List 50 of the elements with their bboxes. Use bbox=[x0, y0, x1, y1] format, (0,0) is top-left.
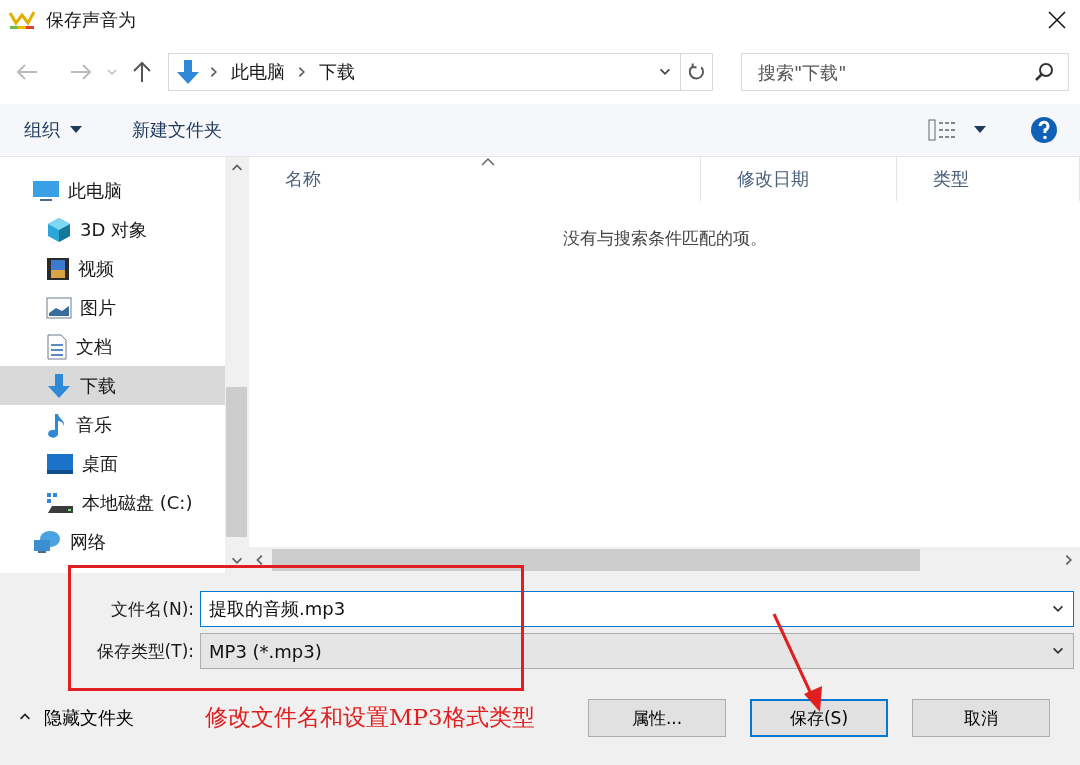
caret-icon bbox=[70, 126, 82, 134]
dialog-button[interactable]: 属性... bbox=[588, 699, 726, 737]
chevron-down-icon bbox=[106, 67, 118, 77]
downloads-icon bbox=[46, 372, 72, 399]
disk-icon bbox=[46, 491, 74, 514]
sidebar-item[interactable]: 图片 bbox=[0, 288, 225, 327]
vertical-scrollbar[interactable] bbox=[225, 157, 248, 573]
annotation-text: 修改文件名和设置MP3格式类型 bbox=[205, 703, 535, 732]
address-bar[interactable]: 此电脑 下载 bbox=[168, 53, 713, 91]
organize-button[interactable]: 组织 bbox=[24, 114, 82, 146]
sidebar-item[interactable]: 网络 bbox=[0, 522, 225, 561]
caret-icon bbox=[974, 126, 986, 134]
column-header[interactable]: 修改日期 bbox=[701, 157, 897, 201]
breadcrumb-item[interactable]: 此电脑 bbox=[221, 60, 295, 84]
sidebar-item[interactable]: 本地磁盘 (C:) bbox=[0, 483, 225, 522]
help-icon[interactable] bbox=[1030, 116, 1058, 144]
horizontal-scrollbar[interactable] bbox=[249, 547, 1080, 573]
sidebar-item[interactable]: 桌面 bbox=[0, 444, 225, 483]
column-header[interactable]: 类型 bbox=[897, 157, 1080, 201]
search-box[interactable]: 搜索"下载" bbox=[741, 53, 1069, 91]
file-type-label: 保存类型(T): bbox=[95, 639, 195, 663]
dialog-button[interactable]: 取消 bbox=[912, 699, 1050, 737]
window-title: 保存声音为 bbox=[46, 8, 137, 32]
sidebar-item[interactable]: 音乐 bbox=[0, 405, 225, 444]
sidebar-item[interactable]: 文档 bbox=[0, 327, 225, 366]
sidebar-item[interactable]: 视频 bbox=[0, 249, 225, 288]
refresh-icon bbox=[687, 62, 706, 82]
dialog-button[interactable]: 保存(S) bbox=[750, 699, 888, 737]
file-name-label: 文件名(N): bbox=[110, 597, 195, 621]
empty-message: 没有与搜索条件匹配的项。 bbox=[562, 227, 767, 249]
documents-icon bbox=[46, 333, 68, 360]
breadcrumb-item[interactable]: 下载 bbox=[309, 60, 365, 84]
cube-icon bbox=[46, 216, 72, 243]
sidebar-item[interactable]: 下载 bbox=[0, 366, 225, 405]
network-icon bbox=[32, 529, 62, 554]
search-field[interactable]: 搜索"下载" bbox=[756, 53, 1034, 91]
desktop-icon bbox=[46, 452, 74, 475]
downloads-icon bbox=[175, 59, 201, 85]
sidebar-item[interactable]: 3D 对象 bbox=[0, 210, 225, 249]
pictures-icon bbox=[46, 296, 72, 319]
close-icon bbox=[1047, 10, 1067, 30]
video-icon bbox=[46, 256, 70, 281]
search-icon bbox=[1034, 62, 1054, 82]
details-view-icon bbox=[928, 119, 956, 141]
computer-icon bbox=[32, 178, 60, 203]
sidebar-item[interactable]: 此电脑 bbox=[0, 171, 225, 210]
new-folder-button[interactable]: 新建文件夹 bbox=[132, 114, 222, 146]
app-logo-icon bbox=[8, 9, 36, 31]
column-header[interactable]: 名称 bbox=[249, 157, 701, 201]
hide-folders-button[interactable]: 隐藏文件夹 bbox=[0, 706, 134, 730]
